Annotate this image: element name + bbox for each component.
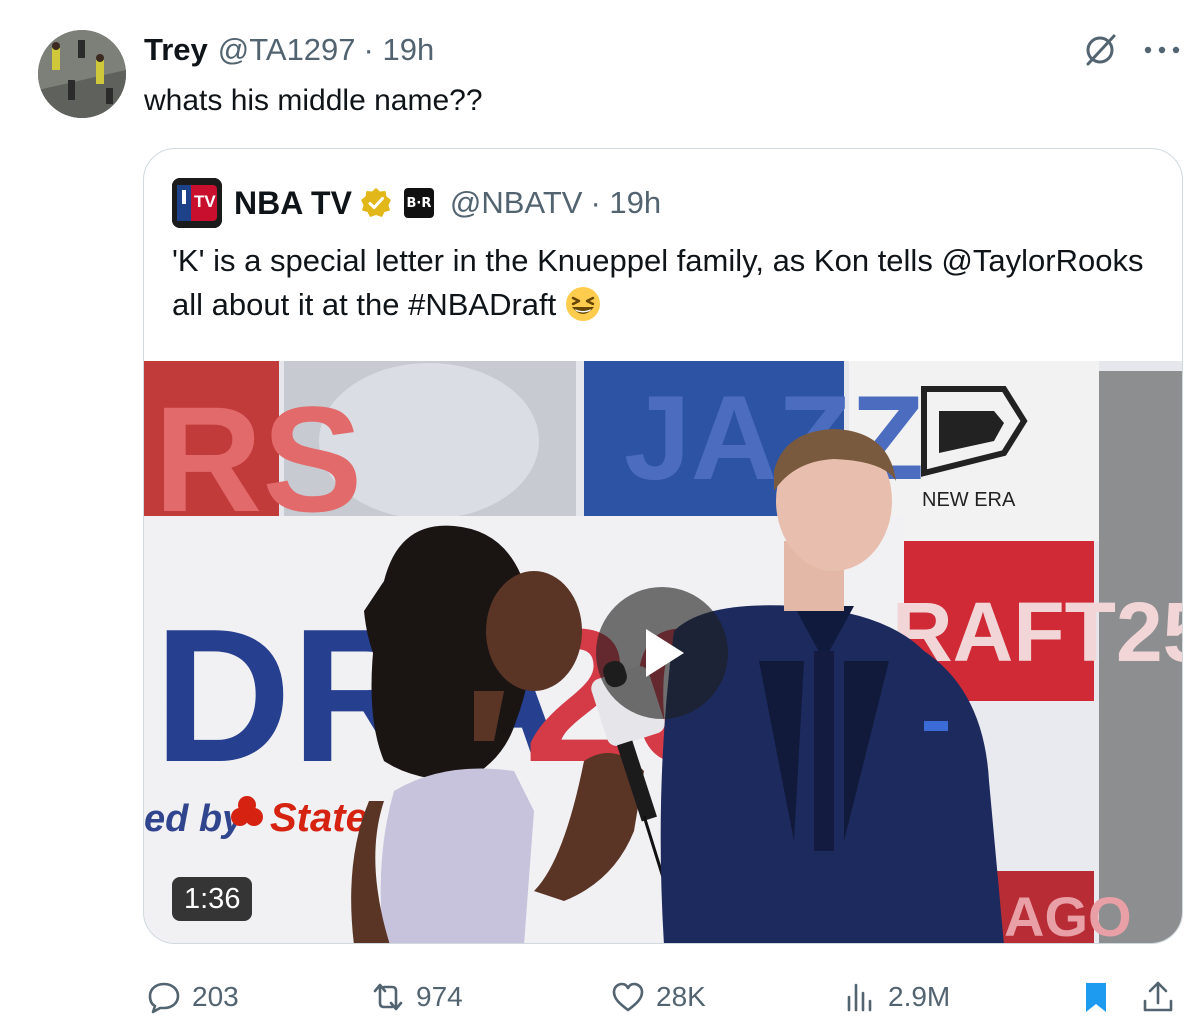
video-duration: 1:36 bbox=[172, 877, 253, 921]
quoted-tweet-header: TV NBA TV B·R @NBATV · 19h bbox=[172, 178, 661, 228]
more-icon[interactable] bbox=[1140, 36, 1184, 64]
share-icon bbox=[1143, 981, 1173, 1012]
like-button[interactable]: 28K bbox=[610, 972, 706, 1022]
author-name[interactable]: Trey bbox=[144, 32, 208, 68]
nbatv-logo[interactable]: TV bbox=[172, 178, 222, 228]
reply-count: 203 bbox=[192, 981, 239, 1012]
quoted-tweet[interactable]: TV NBA TV B·R @NBATV · 19h 'K' is a spec… bbox=[143, 148, 1183, 944]
share-button[interactable] bbox=[1140, 972, 1176, 1022]
scene-bottomright-text: AGO bbox=[1004, 885, 1132, 944]
action-bar: 203 974 28K 2.9M bbox=[0, 972, 1202, 1022]
repost-button[interactable]: 974 bbox=[370, 972, 463, 1022]
play-icon bbox=[646, 629, 684, 677]
views-count: 2.9M bbox=[888, 981, 951, 1012]
scene-statefarm-text: State bbox=[270, 796, 368, 840]
quoted-author-name[interactable]: NBA TV bbox=[234, 185, 352, 222]
bookmark-button[interactable] bbox=[1078, 972, 1114, 1022]
repost-count: 974 bbox=[416, 981, 463, 1012]
tweet-text: whats his middle name?? bbox=[144, 84, 483, 117]
tweet[interactable]: Trey @TA1297 · 19h whats his middle name… bbox=[0, 0, 1202, 1032]
grok-icon[interactable] bbox=[1082, 32, 1118, 68]
quoted-timestamp[interactable]: · 19h bbox=[590, 185, 661, 221]
affiliate-badge[interactable]: B·R bbox=[403, 188, 434, 218]
reply-button[interactable]: 203 bbox=[146, 972, 239, 1022]
views-icon bbox=[847, 983, 872, 1012]
repost-icon bbox=[373, 983, 403, 1011]
quoted-tweet-text: 'K' is a special letter in the Knueppel … bbox=[172, 239, 1162, 327]
verified-badge-icon bbox=[360, 188, 391, 217]
laughing-emoji-icon bbox=[566, 287, 601, 321]
quoted-tweet-text-body: 'K' is a special letter in the Knueppel … bbox=[172, 243, 1144, 322]
nbatv-logo-text: TV bbox=[194, 192, 216, 211]
scene-presented-text: ed by bbox=[144, 798, 245, 840]
avatar-image bbox=[38, 30, 126, 118]
play-button[interactable] bbox=[596, 587, 728, 719]
tweet-header: Trey @TA1297 · 19h bbox=[144, 30, 434, 70]
scene-newera-text: NEW ERA bbox=[922, 489, 1016, 511]
bookmark-icon bbox=[1086, 983, 1106, 1012]
scene-topleft-text: RS bbox=[154, 375, 362, 543]
like-count: 28K bbox=[656, 981, 706, 1012]
heart-icon bbox=[612, 982, 644, 1012]
avatar[interactable] bbox=[38, 30, 126, 118]
author-handle[interactable]: @TA1297 bbox=[218, 32, 356, 68]
views-button[interactable]: 2.9M bbox=[842, 972, 950, 1022]
video-player[interactable]: DRA 202 RS JAZZ NEW ERA RAFT25 ed by Sta… bbox=[144, 361, 1182, 944]
quoted-author-handle[interactable]: @NBATV bbox=[450, 185, 583, 221]
reply-icon bbox=[148, 982, 180, 1014]
timestamp[interactable]: · 19h bbox=[364, 32, 435, 68]
